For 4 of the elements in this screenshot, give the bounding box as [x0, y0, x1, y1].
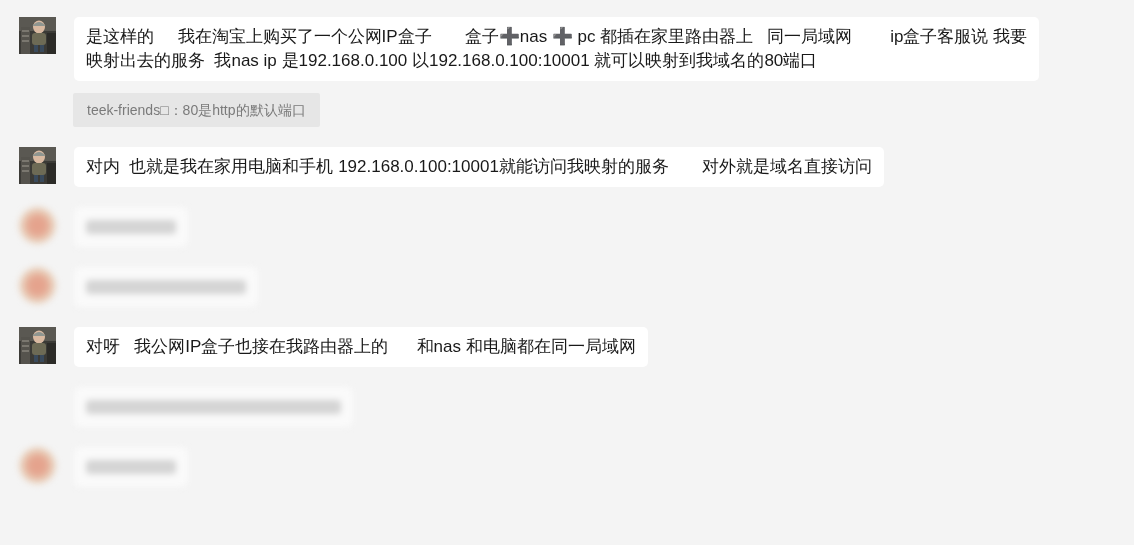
- system-notice: teek-friends□：80是http的默认端口: [73, 93, 320, 127]
- message-bubble: 对内 也就是我在家用电脑和手机 192.168.0.100:10001就能访问我映射的服务 对外就是域名直接访问: [74, 147, 884, 187]
- message-bubble: 对呀 我公网IP盒子也接在我路由器上的 和nas 和电脑都在同一局域网: [74, 327, 648, 367]
- message-bubble: 是这样的 我在淘宝上购买了一个公网IP盒子 盒子➕nas ➕ pc 都插在家里路由器上 同一局域网 ip盒子客服说 我要 映射出去的服务 我nas ip 是192.168.0.100 以192.168.0.100:10001 就可以映射到我域名的80端口: [74, 17, 1040, 81]
